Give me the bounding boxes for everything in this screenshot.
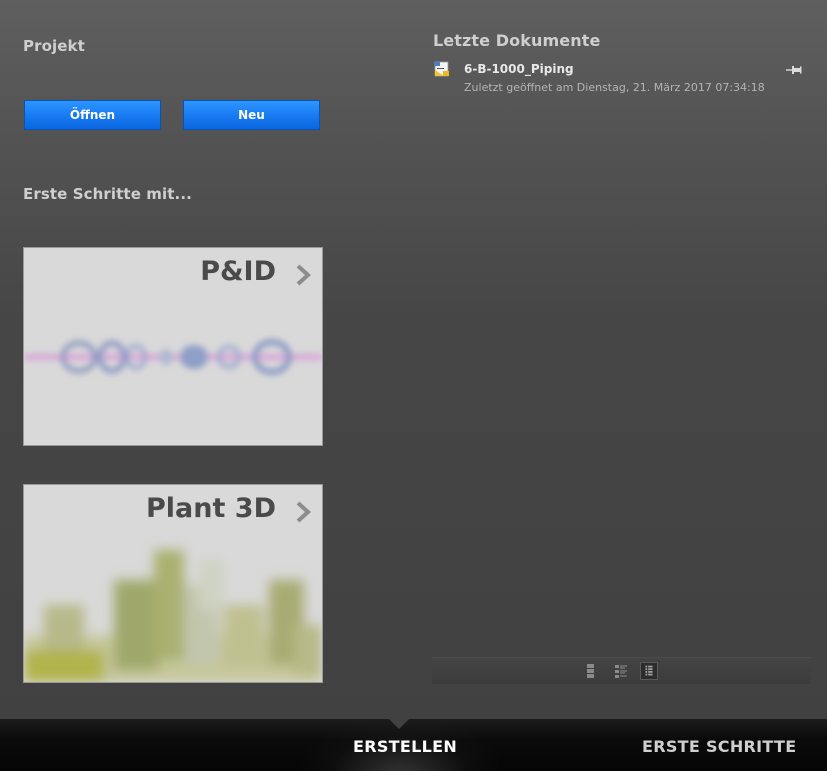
open-project-button[interactable]: Öffnen <box>24 100 161 130</box>
tab-erstellen[interactable]: ERSTELLEN <box>353 737 457 756</box>
details-view-icon[interactable] <box>612 662 630 680</box>
document-icon <box>434 61 449 77</box>
card-title-pid: P&ID <box>200 256 276 287</box>
view-mode-bar <box>432 657 811 684</box>
pid-preview-image <box>24 248 322 445</box>
recent-documents-title: Letzte Dokumente <box>433 31 601 50</box>
active-tab-indicator <box>389 719 409 729</box>
getting-started-card-plant3d[interactable]: Plant 3D <box>23 484 323 683</box>
recent-document-name[interactable]: 6-B-1000_Piping <box>464 62 574 76</box>
tab-erste-schritte[interactable]: ERSTE SCHRITTE <box>642 737 796 756</box>
bottom-tab-bar: ERSTELLEN ERSTE SCHRITTE <box>0 719 827 771</box>
getting-started-title: Erste Schritte mit... <box>23 185 192 203</box>
pin-icon[interactable] <box>786 65 802 75</box>
chevron-right-icon <box>296 501 311 523</box>
new-project-button[interactable]: Neu <box>183 100 320 130</box>
chevron-right-icon <box>296 264 311 286</box>
getting-started-card-pid[interactable]: P&ID <box>23 247 323 446</box>
card-title-plant3d: Plant 3D <box>146 493 276 524</box>
project-section-title: Projekt <box>23 37 85 55</box>
list-view-icon[interactable] <box>640 662 658 680</box>
recent-document-timestamp: Zuletzt geöffnet am Dienstag, 21. März 2… <box>464 81 765 94</box>
large-icons-view-icon[interactable] <box>582 662 600 680</box>
